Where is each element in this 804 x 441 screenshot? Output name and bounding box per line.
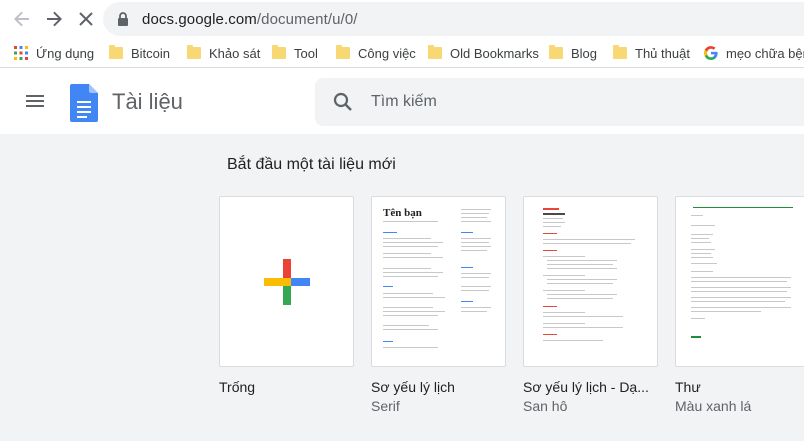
folder-icon xyxy=(109,45,123,59)
folder-icon xyxy=(272,45,286,59)
bookmark-apps[interactable]: Ứng dụng xyxy=(14,43,94,63)
folder-icon xyxy=(549,45,563,59)
thumbnail-heading: Tên bạn xyxy=(383,207,422,219)
url-host: docs.google.com xyxy=(142,11,257,28)
template-subtitle: Màu xanh lá xyxy=(675,398,752,414)
close-icon xyxy=(79,12,93,26)
template-letter-green[interactable]: Thư Màu xanh lá xyxy=(675,196,804,414)
template-thumbnail[interactable] xyxy=(219,196,354,367)
address-bar[interactable]: docs.google.com/document/u/0/ xyxy=(103,2,804,36)
bookmarks-bar: Ứng dụng Bitcoin Khảo sát Tool Công việc… xyxy=(0,38,804,68)
hamburger-icon-line xyxy=(26,105,44,107)
docs-logo-icon xyxy=(70,84,98,122)
bookmark-meo-chua-benh[interactable]: mẹo chữa bện xyxy=(704,43,804,63)
bookmark-thu-thuat[interactable]: Thủ thuật xyxy=(613,43,690,63)
plus-icon xyxy=(264,259,310,305)
bookmark-khao-sat[interactable]: Khảo sát xyxy=(187,43,260,63)
search-icon[interactable] xyxy=(333,92,353,112)
folder-icon xyxy=(187,45,201,59)
forward-button[interactable] xyxy=(41,6,67,32)
template-thumbnail[interactable] xyxy=(523,196,658,367)
template-thumbnail[interactable]: Tên bạn xyxy=(371,196,506,367)
bookmark-old-bookmarks[interactable]: Old Bookmarks xyxy=(428,43,539,63)
template-blank[interactable]: Trống xyxy=(219,196,359,398)
bookmark-label: Old Bookmarks xyxy=(450,45,539,61)
template-name: Sơ yếu lý lịch - Dạ... xyxy=(523,379,649,395)
apps-grid-icon xyxy=(14,46,28,60)
bookmark-label: Công việc xyxy=(358,45,416,61)
browser-toolbar: docs.google.com/document/u/0/ xyxy=(0,0,804,38)
template-resume-serif[interactable]: Tên bạn Sơ yếu lý lịch Serif xyxy=(371,196,511,414)
search-box[interactable] xyxy=(315,78,804,126)
template-name: Sơ yếu lý lịch xyxy=(371,379,455,395)
bookmark-label: Thủ thuật xyxy=(635,45,690,61)
docs-header: Tài liệu xyxy=(0,68,804,134)
template-resume-coral[interactable]: Sơ yếu lý lịch - Dạ... San hô xyxy=(523,196,663,414)
template-subtitle: San hô xyxy=(523,398,568,414)
hamburger-icon-line xyxy=(26,100,44,102)
bookmark-blog[interactable]: Blog xyxy=(549,43,597,63)
stop-loading-button[interactable] xyxy=(73,6,99,32)
lock-icon xyxy=(118,12,128,26)
folder-icon xyxy=(613,45,627,59)
folder-icon xyxy=(428,45,442,59)
gallery-title: Bắt đầu một tài liệu mới xyxy=(227,156,396,173)
main-menu-button[interactable] xyxy=(22,92,48,112)
hamburger-icon xyxy=(26,95,44,97)
bookmark-bitcoin[interactable]: Bitcoin xyxy=(109,43,170,63)
google-g-icon xyxy=(704,46,718,60)
bookmark-label: Khảo sát xyxy=(209,45,261,61)
template-name: Thư xyxy=(675,379,701,395)
search-input[interactable] xyxy=(371,88,771,116)
template-name: Trống xyxy=(219,379,256,395)
template-subtitle: Serif xyxy=(371,398,400,414)
bookmark-label: Tool xyxy=(294,45,318,61)
bookmark-label: Bitcoin xyxy=(131,45,171,61)
template-thumbnail[interactable] xyxy=(675,196,804,367)
bookmark-tool[interactable]: Tool xyxy=(272,43,318,63)
app-title: Tài liệu xyxy=(112,89,183,114)
folder-icon xyxy=(336,45,350,59)
template-gallery: Bắt đầu một tài liệu mới Trống Tên bạn S… xyxy=(0,134,804,441)
bookmark-cong-viec[interactable]: Công việc xyxy=(336,43,416,63)
url-path: /document/u/0/ xyxy=(256,11,358,28)
bookmark-label: Ứng dụng xyxy=(36,45,95,61)
bookmark-label: mẹo chữa bện xyxy=(726,45,804,61)
forward-arrow-icon xyxy=(47,11,62,27)
bookmark-label: Blog xyxy=(571,45,598,61)
back-arrow-icon xyxy=(14,11,29,27)
url-text: docs.google.com/document/u/0/ xyxy=(142,11,358,28)
back-button[interactable] xyxy=(9,6,35,32)
